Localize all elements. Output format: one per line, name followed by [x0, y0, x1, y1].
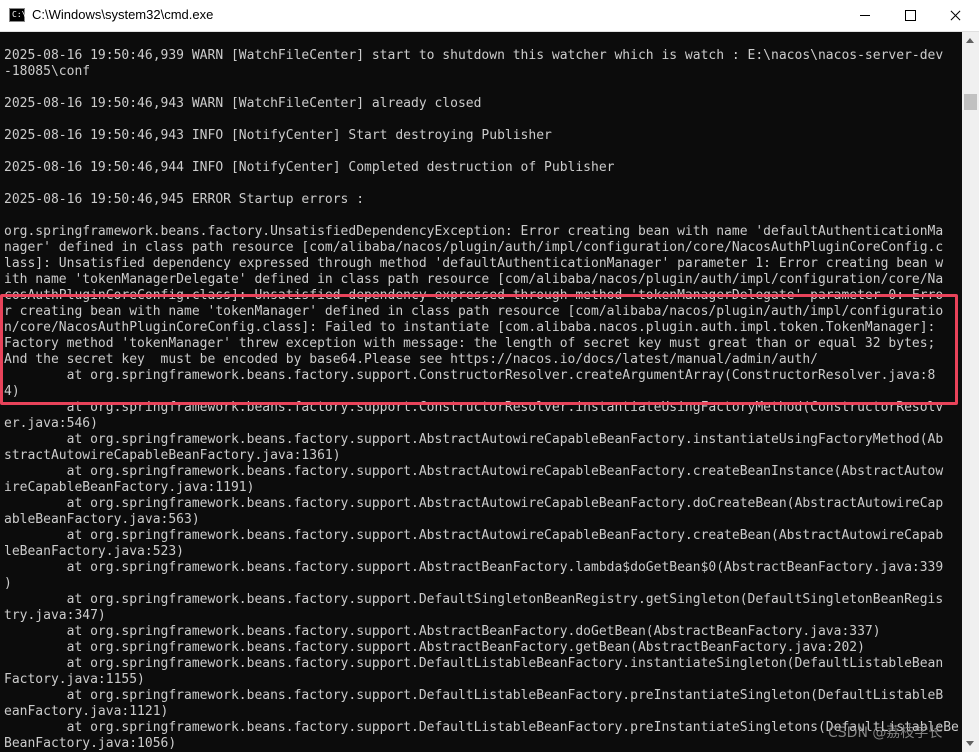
console-line: ireCapableBeanFactory.java:1191) [4, 480, 255, 495]
console-line: 2025-08-16 19:50:46,944 INFO [NotifyCent… [4, 160, 615, 175]
console-line: at org.springframework.beans.factory.sup… [4, 528, 944, 543]
console-line: org.springframework.beans.factory.Unsati… [4, 224, 944, 239]
title-bar[interactable]: C:\ C:\Windows\system32\cmd.exe [0, 0, 979, 32]
console-line: 2025-08-16 19:50:46,943 INFO [NotifyCent… [4, 128, 552, 143]
maximize-button[interactable] [887, 0, 933, 31]
cmd-icon[interactable]: C:\ [9, 8, 27, 22]
minimize-button[interactable] [842, 0, 888, 31]
console-line: at org.springframework.beans.factory.sup… [4, 560, 944, 575]
console-line: ableBeanFactory.java:563) [4, 512, 200, 527]
console-line: BeanFactory.java:1056) [4, 736, 177, 751]
console-line: 2025-08-16 19:50:46,939 WARN [WatchFileC… [4, 48, 944, 63]
console-line: eanFactory.java:1121) [4, 704, 169, 719]
console-line: lass]: Unsatisfied dependency expressed … [4, 256, 944, 271]
window-title: C:\Windows\system32\cmd.exe [32, 7, 214, 22]
console-line: at org.springframework.beans.factory.sup… [4, 720, 959, 735]
console-line: leBeanFactory.java:523) [4, 544, 185, 559]
console-line: er.java:546) [4, 416, 98, 431]
console-line: nager' defined in class path resource [c… [4, 240, 944, 255]
scroll-thumb[interactable] [964, 94, 977, 110]
close-button[interactable] [932, 0, 978, 31]
cmd-icon-glyph: C:\ [12, 10, 27, 19]
scroll-up-arrow-icon[interactable] [962, 32, 979, 49]
console-line: at org.springframework.beans.factory.sup… [4, 624, 881, 639]
error-highlight-box [0, 294, 958, 405]
console-line: at org.springframework.beans.factory.sup… [4, 592, 944, 607]
console-line: at org.springframework.beans.factory.sup… [4, 464, 944, 479]
console-line: ) [4, 576, 12, 591]
console-line: -18085\conf [4, 64, 91, 79]
console-line: 2025-08-16 19:50:46,945 ERROR Startup er… [4, 192, 365, 207]
console-line: Factory.java:1155) [4, 672, 145, 687]
console-line: at org.springframework.beans.factory.sup… [4, 688, 944, 703]
watermark: CSDN @荔枝学长 [828, 725, 943, 741]
console-line: at org.springframework.beans.factory.sup… [4, 496, 944, 511]
console-line: stractAutowireCapableBeanFactory.java:13… [4, 448, 341, 463]
scroll-down-arrow-icon[interactable] [962, 735, 979, 752]
console-line: at org.springframework.beans.factory.sup… [4, 656, 944, 671]
console-line: at org.springframework.beans.factory.sup… [4, 640, 865, 655]
console-line: try.java:347) [4, 608, 106, 623]
console-line: ith name 'tokenManagerDelegate' defined … [4, 272, 944, 287]
console-line: at org.springframework.beans.factory.sup… [4, 432, 944, 447]
console-line: 2025-08-16 19:50:46,943 WARN [WatchFileC… [4, 96, 482, 111]
vertical-scrollbar[interactable] [962, 32, 979, 752]
